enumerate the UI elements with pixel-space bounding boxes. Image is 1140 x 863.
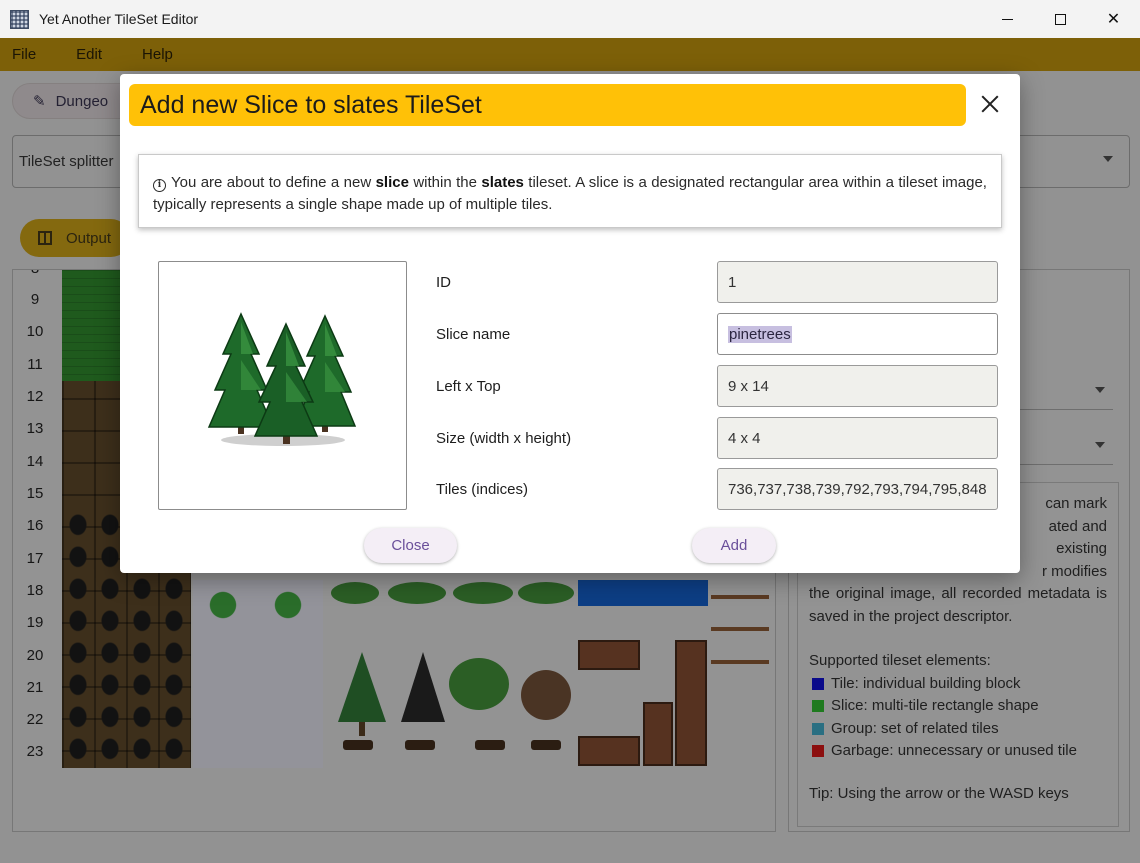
legend-label: Garbage: unnecessary or unused tile [831, 742, 1077, 759]
crate-tile [578, 736, 640, 766]
size-field[interactable]: 4 x 4 [717, 417, 998, 459]
bush-tile [453, 582, 513, 604]
row-number: 14 [26, 453, 44, 470]
menu-edit[interactable]: Edit [64, 46, 114, 63]
slice-preview [158, 261, 407, 510]
help-paragraph: the original image, all recorded metadat… [809, 585, 1107, 625]
size-label: Size (width x height) [436, 430, 572, 447]
row-number: 9 [30, 291, 40, 308]
row-number: 17 [26, 550, 44, 567]
tileset-select-value: TileSet splitter [19, 153, 114, 170]
add-button[interactable]: Add [692, 528, 776, 563]
close-icon[interactable] [978, 92, 1002, 116]
minimize-icon[interactable] [981, 0, 1034, 38]
info-icon: i [153, 179, 166, 192]
stump-tile [405, 740, 435, 750]
row-number: 15 [26, 485, 44, 502]
fence-tile [711, 660, 769, 664]
dropdown-arrow-icon [1095, 387, 1105, 393]
water-tiles [578, 580, 708, 606]
dialog-title: Add new Slice to slates TileSet [129, 84, 966, 126]
info-text: within the [408, 174, 482, 191]
left-top-label: Left x Top [436, 378, 501, 395]
left-top-field[interactable]: 9 x 14 [717, 365, 998, 407]
output-chip[interactable]: Output [20, 219, 130, 257]
pine-trees-image [207, 312, 357, 446]
id-label: ID [436, 274, 451, 291]
row-number: 20 [26, 647, 44, 664]
info-message: i You are about to define a new slice wit… [138, 154, 1002, 228]
row-number: 12 [26, 388, 44, 405]
slice-name-label: Slice name [436, 326, 511, 343]
garbage-color-swatch [812, 745, 824, 758]
output-chip-label: Output [66, 229, 112, 247]
elements-heading: Supported tileset elements: [809, 652, 991, 669]
info-text: You are about to define a new [171, 174, 376, 191]
stump-tile [531, 740, 561, 750]
close-button[interactable]: Close [364, 528, 457, 563]
bush-tile [388, 582, 446, 604]
legend-label: Slice: multi-tile rectangle shape [831, 697, 1039, 714]
legend-item: Tile: individual building block [809, 673, 1107, 696]
tip-text: Tip: Using the arrow or the WASD keys [809, 784, 1069, 802]
row-number: 21 [26, 679, 44, 696]
menu-help[interactable]: Help [130, 46, 185, 63]
info-bold: slice [375, 174, 409, 191]
slice-name-value: pinetrees [728, 325, 792, 343]
add-slice-dialog: Add new Slice to slates TileSet i You are… [120, 74, 1020, 573]
legend-item: Group: set of related tiles [809, 718, 1107, 741]
legend-item: Garbage: unnecessary or unused tile [809, 740, 1107, 763]
row-number: 22 [26, 711, 44, 728]
stump-tile [343, 740, 373, 750]
grid-icon [38, 231, 52, 245]
pencil-icon: ✎ [33, 93, 46, 110]
row-number: 13 [26, 420, 44, 437]
grass-tile [193, 575, 253, 635]
pine-tile [401, 652, 445, 722]
slice-color-swatch [812, 700, 824, 713]
window-controls: ✕ [981, 0, 1140, 38]
project-chip-label: Dungeo [55, 92, 109, 110]
dropdown-arrow-icon [1103, 156, 1113, 162]
row-number: 19 [26, 614, 44, 631]
tree-tile [338, 652, 386, 722]
menu-bar: File Edit Help [0, 38, 1140, 71]
legend-label: Group: set of related tiles [831, 719, 999, 737]
tiles-field[interactable]: 736,737,738,739,792,793,794,795,848 [717, 468, 998, 510]
fence-tile [711, 595, 769, 599]
dropdown-arrow-icon [1095, 442, 1105, 448]
group-color-swatch [812, 722, 824, 735]
menu-file[interactable]: File [0, 46, 48, 63]
tile-color-swatch [812, 677, 824, 690]
plank-tile [643, 702, 673, 766]
id-field[interactable]: 1 [717, 261, 998, 303]
legend-item: Slice: multi-tile rectangle shape [809, 695, 1107, 718]
app-icon [10, 9, 29, 29]
bush-tile [331, 582, 379, 604]
maximize-icon[interactable] [1034, 0, 1087, 38]
row-number: 10 [26, 323, 44, 340]
crate-tile [578, 640, 640, 670]
legend-label: Tile: individual building block [831, 674, 1021, 692]
bridge-tile [675, 640, 707, 766]
tiles-label: Tiles (indices) [436, 481, 528, 498]
grass-tile [258, 575, 318, 635]
row-number: 8 [13, 270, 57, 277]
row-number: 23 [26, 743, 44, 760]
close-window-icon[interactable]: ✕ [1087, 0, 1140, 38]
stump-tile [475, 740, 505, 750]
slice-name-input[interactable]: pinetrees [717, 313, 998, 355]
dead-tree-tile [521, 670, 571, 720]
title-bar: Yet Another TileSet Editor ✕ [0, 0, 1140, 38]
window-title: Yet Another TileSet Editor [39, 11, 199, 27]
trunk-tile [359, 722, 365, 736]
row-number: 18 [26, 582, 44, 599]
oak-tile [449, 658, 509, 710]
info-bold: slates [481, 174, 524, 191]
row-number: 16 [26, 517, 44, 534]
row-number: 11 [27, 356, 43, 373]
bush-tile [518, 582, 574, 604]
fence-tile [711, 627, 769, 631]
